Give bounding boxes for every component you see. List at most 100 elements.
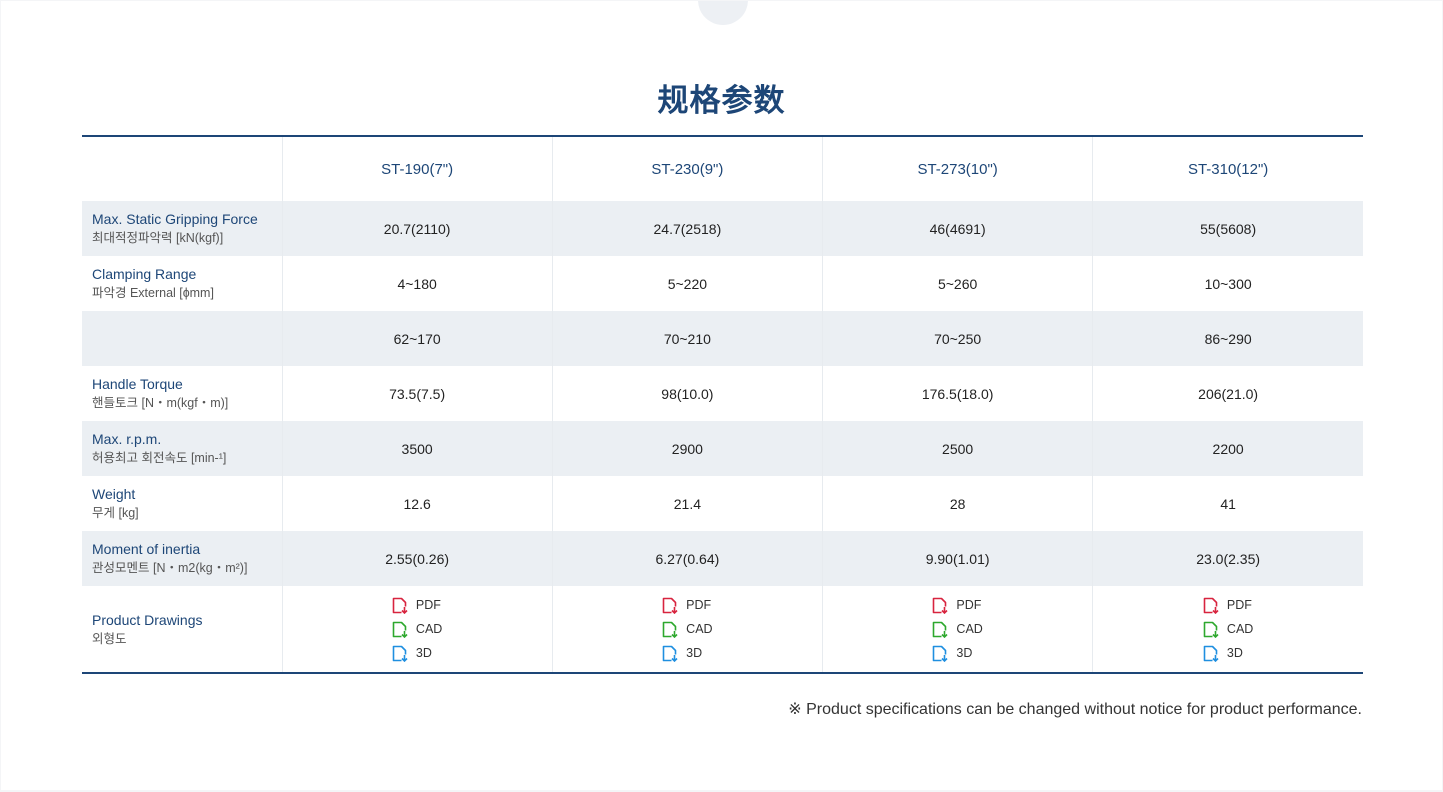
download-3d-link[interactable]: 3D [662,641,712,665]
spec-table: ST-190(7") ST-230(9") ST-273(10") ST-310… [82,135,1363,674]
table-header-row: ST-190(7") ST-230(9") ST-273(10") ST-310… [82,136,1363,201]
table-cell: 28 [821,476,1093,531]
table-row: Max. r.p.m. 허용최고 회전속도 [min-¹] 3500 2900 2500… [82,421,1363,476]
download-cad-link[interactable]: CAD [932,617,983,641]
download-pdf-link[interactable]: PDF [392,593,442,617]
column-header: ST-310(12") [1092,136,1363,201]
download-3d-link[interactable]: 3D [392,641,442,665]
table-cell: 24.7(2518) [551,201,823,256]
file-label: PDF [415,598,441,612]
table-cell: 70~250 [821,311,1093,366]
row-label-ko: 외형도 [92,631,127,646]
table-cell: 2900 [551,421,823,476]
table-cell: 23.0(2.35) [1092,531,1363,586]
row-label-ko: 무게 [kg] [92,506,139,520]
row-label [82,311,282,366]
download-pdf-link[interactable]: PDF [1203,593,1253,617]
table-cell: 62~170 [281,311,553,366]
spec-notice: ※ Product specifications can be changed … [788,701,1362,718]
3d-file-icon [392,645,408,662]
download-pdf-link[interactable]: PDF [662,593,712,617]
table-cell: 12.6 [281,476,553,531]
download-cad-link[interactable]: CAD [1203,617,1253,641]
row-label: Handle Torque 핸들토크 [N・m(kgf・m)] [82,366,282,421]
download-3d-link[interactable]: 3D [932,641,982,665]
table-cell: 10~300 [1092,256,1363,311]
table-cell: 70~210 [551,311,823,366]
table-cell: 9.90(1.01) [821,531,1093,586]
table-cell: 176.5(18.0) [821,366,1093,421]
column-header: ST-190(7") [281,136,553,201]
table-cell: 206(21.0) [1092,366,1363,421]
file-label: PDF [686,598,712,612]
file-label: PDF [956,598,982,612]
table-cell: 86~290 [1092,311,1363,366]
page-title: 规格参数 [657,83,786,118]
pdf-file-icon [392,597,408,614]
cad-file-icon [392,621,408,638]
table-row: Moment of inertia 관성모멘트 [N・m2(kg・m²)] 2.55… [82,531,1363,586]
row-label-en: Weight [92,486,136,502]
download-cad-link[interactable]: CAD [392,617,442,641]
download-pdf-link[interactable]: PDF [932,593,982,617]
pdf-file-icon [662,597,678,614]
table-cell: 6.27(0.64) [551,531,823,586]
row-label: Weight 무게 [kg] [82,476,282,531]
page: 规格参数 ST-190(7") ST-230(9") ST-273(10") S… [1,1,1442,790]
3d-file-icon [1203,645,1219,662]
file-label: PDF [1226,598,1252,612]
top-decoration-circle [698,1,748,25]
table-cell: 21.4 [551,476,823,531]
drawings-cell: PDF CAD 3D [1092,586,1363,673]
table-row: Weight 무게 [kg] 12.6 21.4 28 41 [82,476,1363,531]
column-header: ST-273(10") [821,136,1093,201]
3d-file-icon [662,645,678,662]
cad-file-icon [933,621,948,638]
row-label-ko: 최대적정파악력 [kN(kgf)] [92,231,224,245]
row-label-en: Max. r.p.m. [92,431,162,447]
table-row: Max. Static Gripping Force 최대적정파악력 [kN(kg… [82,201,1363,256]
row-label: Max. Static Gripping Force 최대적정파악력 [kN(kg… [82,201,282,256]
column-header: ST-230(9") [551,136,823,201]
file-download-list: PDF CAD 3D [662,593,713,665]
row-label: Moment of inertia 관성모멘트 [N・m2(kg・m²)] [82,531,282,586]
file-label: CAD [956,622,983,636]
table-cell: 5~220 [551,256,823,311]
table-cell: 5~260 [821,256,1093,311]
header-empty-cell [82,136,282,201]
file-label: CAD [686,622,713,636]
drawings-cell: PDF CAD 3D [281,586,553,673]
table-cell: 41 [1092,476,1363,531]
table-cell: 2500 [821,421,1093,476]
download-cad-link[interactable]: CAD [662,617,713,641]
row-label-ko: 허용최고 회전속도 [min-¹] [92,451,227,465]
download-3d-link[interactable]: 3D [1203,641,1253,665]
cad-file-icon [662,621,678,638]
table-row: Clamping Range 파악경 External [ɸmm] 4~180 5~2… [82,256,1363,311]
drawings-cell: PDF CAD 3D [821,586,1093,673]
row-label-en: Handle Torque [92,376,183,392]
table-cell: 20.7(2110) [281,201,553,256]
file-download-list: PDF CAD 3D [932,593,983,665]
row-label-en: Max. Static Gripping Force [92,211,258,227]
row-label-en: Clamping Range [92,266,197,282]
table-cell: 2.55(0.26) [281,531,553,586]
file-download-list: PDF CAD 3D [392,593,442,665]
drawings-row: Product Drawings 외형도 PDF CAD 3D PDF CAD 3D PDF CA… [82,586,1363,673]
table-cell: 4~180 [281,256,553,311]
table-cell: 55(5608) [1092,201,1363,256]
cad-file-icon [1203,621,1219,638]
file-download-list: PDF CAD 3D [1203,593,1253,665]
pdf-file-icon [1203,597,1219,614]
table-cell: 46(4691) [821,201,1093,256]
table-row: 62~170 70~210 70~250 86~290 [82,311,1363,366]
file-label: CAD [415,622,443,636]
3d-file-icon [933,645,948,662]
row-label-ko: 파악경 External [ɸmm] [92,286,214,300]
row-label: Product Drawings 외형도 [82,586,282,673]
file-label: CAD [1226,622,1254,636]
row-label-ko: 핸들토크 [N・m(kgf・m)] [92,396,229,410]
table-cell: 3500 [281,421,553,476]
file-label: 3D [415,646,432,660]
pdf-file-icon [933,597,948,614]
